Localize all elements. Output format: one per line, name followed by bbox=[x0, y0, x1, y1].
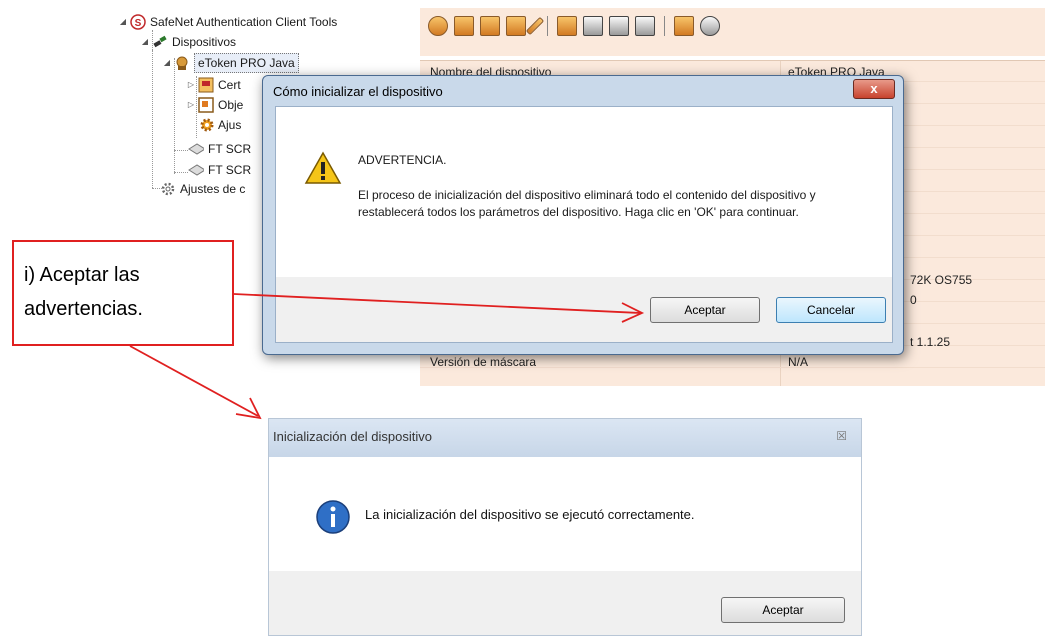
accept-button[interactable]: Aceptar bbox=[650, 297, 760, 323]
pencil-icon[interactable] bbox=[525, 16, 545, 36]
dialog-footer: Aceptar Cancelar bbox=[275, 277, 893, 343]
keyboard-icon[interactable] bbox=[583, 16, 603, 36]
tree-item-label: Ajus bbox=[218, 118, 242, 132]
gear-icon bbox=[160, 181, 176, 197]
reader-icon bbox=[188, 162, 204, 178]
annotation-line-1: i) Aceptar las bbox=[24, 264, 140, 286]
tree-item-root[interactable]: ◢ S SafeNet Authentication Client Tools bbox=[118, 13, 337, 31]
cancel-button[interactable]: Cancelar bbox=[776, 297, 886, 323]
tree-item-certificates[interactable]: ▷ Cert bbox=[186, 76, 241, 94]
tree-item-label: Ajustes de c bbox=[180, 182, 246, 196]
collapse-arrow-icon[interactable]: ◢ bbox=[162, 54, 172, 72]
tree-item-label: Dispositivos bbox=[172, 35, 237, 49]
dialog-title-bar: Inicialización del dispositivo ☒ bbox=[269, 419, 861, 457]
toolbar-separator bbox=[547, 16, 548, 36]
tree-item-objects[interactable]: ▷ Obje bbox=[186, 96, 243, 114]
tree-item-label: eToken PRO Java bbox=[194, 53, 299, 73]
success-message: La inicialización del dispositivo se eje… bbox=[365, 507, 695, 522]
collapse-arrow-icon[interactable]: ◢ bbox=[140, 33, 150, 51]
info-value: 0 bbox=[910, 293, 917, 307]
arrow-to-success bbox=[129, 345, 259, 417]
dialog-body: ADVERTENCIA. El proceso de inicializació… bbox=[275, 106, 893, 278]
safenet-logo-icon: S bbox=[130, 14, 146, 30]
devices-icon bbox=[152, 34, 168, 50]
warning-message: El proceso de inicialización del disposi… bbox=[358, 188, 816, 219]
close-button[interactable]: ☒ bbox=[836, 429, 847, 443]
annotation-line-2: advertencias. bbox=[24, 298, 143, 320]
tree-item-token-settings[interactable]: Ajus bbox=[198, 116, 241, 134]
unlock-icon[interactable] bbox=[609, 16, 629, 36]
display-icon[interactable] bbox=[635, 16, 655, 36]
import-icon[interactable] bbox=[454, 16, 474, 36]
warning-icon bbox=[304, 151, 342, 184]
token-icon bbox=[174, 55, 190, 71]
toolbar-separator bbox=[664, 16, 665, 36]
expand-arrow-icon[interactable]: ▷ bbox=[186, 76, 196, 94]
initialize-warning-dialog: Cómo inicializar el dispositivo x ADVERT… bbox=[262, 75, 904, 355]
arrowhead bbox=[235, 397, 262, 420]
tree-item-reader-2[interactable]: FT SCR bbox=[188, 161, 251, 179]
certificate-icon bbox=[198, 77, 214, 93]
info-value: N/A bbox=[788, 355, 809, 369]
close-button[interactable]: x bbox=[853, 79, 895, 99]
tree-item-reader-1[interactable]: FT SCR bbox=[188, 140, 251, 158]
info-icon bbox=[316, 500, 350, 534]
info-value: t 1.1.25 bbox=[910, 335, 951, 349]
objects-icon bbox=[198, 97, 214, 113]
tree-item-label: SafeNet Authentication Client Tools bbox=[150, 15, 338, 29]
change-password-icon[interactable] bbox=[506, 16, 526, 36]
token-settings-icon[interactable] bbox=[428, 16, 448, 36]
initialize-icon[interactable] bbox=[557, 16, 577, 36]
tree-item-label: FT SCR bbox=[208, 142, 252, 156]
tree-item-label: Obje bbox=[218, 98, 244, 112]
svg-text:S: S bbox=[135, 18, 142, 29]
tree-item-devices[interactable]: ◢ Dispositivos bbox=[140, 33, 236, 51]
info-label: Versión de máscara bbox=[430, 355, 537, 369]
tree-item-label: FT SCR bbox=[208, 163, 252, 177]
dialog-title: Inicialización del dispositivo bbox=[273, 429, 432, 444]
dialog-footer: Aceptar bbox=[269, 571, 861, 635]
collapse-arrow-icon[interactable]: ◢ bbox=[118, 13, 128, 31]
dialog-title: Cómo inicializar el dispositivo bbox=[273, 84, 443, 99]
accept-button[interactable]: Aceptar bbox=[721, 597, 845, 623]
tree-item-token[interactable]: ◢ eToken PRO Java bbox=[162, 53, 299, 73]
gear-icon bbox=[198, 117, 214, 133]
copy-icon[interactable] bbox=[674, 16, 694, 36]
tree-item-client-settings[interactable]: Ajustes de c bbox=[160, 180, 245, 198]
annotation-callout: i) Aceptar las advertencias. bbox=[12, 240, 234, 346]
info-value: 72K OS755 bbox=[910, 273, 973, 287]
warning-heading: ADVERTENCIA. bbox=[358, 153, 447, 167]
reader-icon bbox=[188, 141, 204, 157]
toolbar bbox=[420, 8, 1045, 56]
initialization-success-dialog: Inicialización del dispositivo ☒ La inic… bbox=[268, 418, 862, 636]
expand-arrow-icon[interactable]: ▷ bbox=[186, 96, 196, 114]
rename-icon[interactable] bbox=[480, 16, 500, 36]
eject-icon[interactable] bbox=[700, 16, 720, 36]
tree-item-label: Cert bbox=[218, 78, 241, 92]
